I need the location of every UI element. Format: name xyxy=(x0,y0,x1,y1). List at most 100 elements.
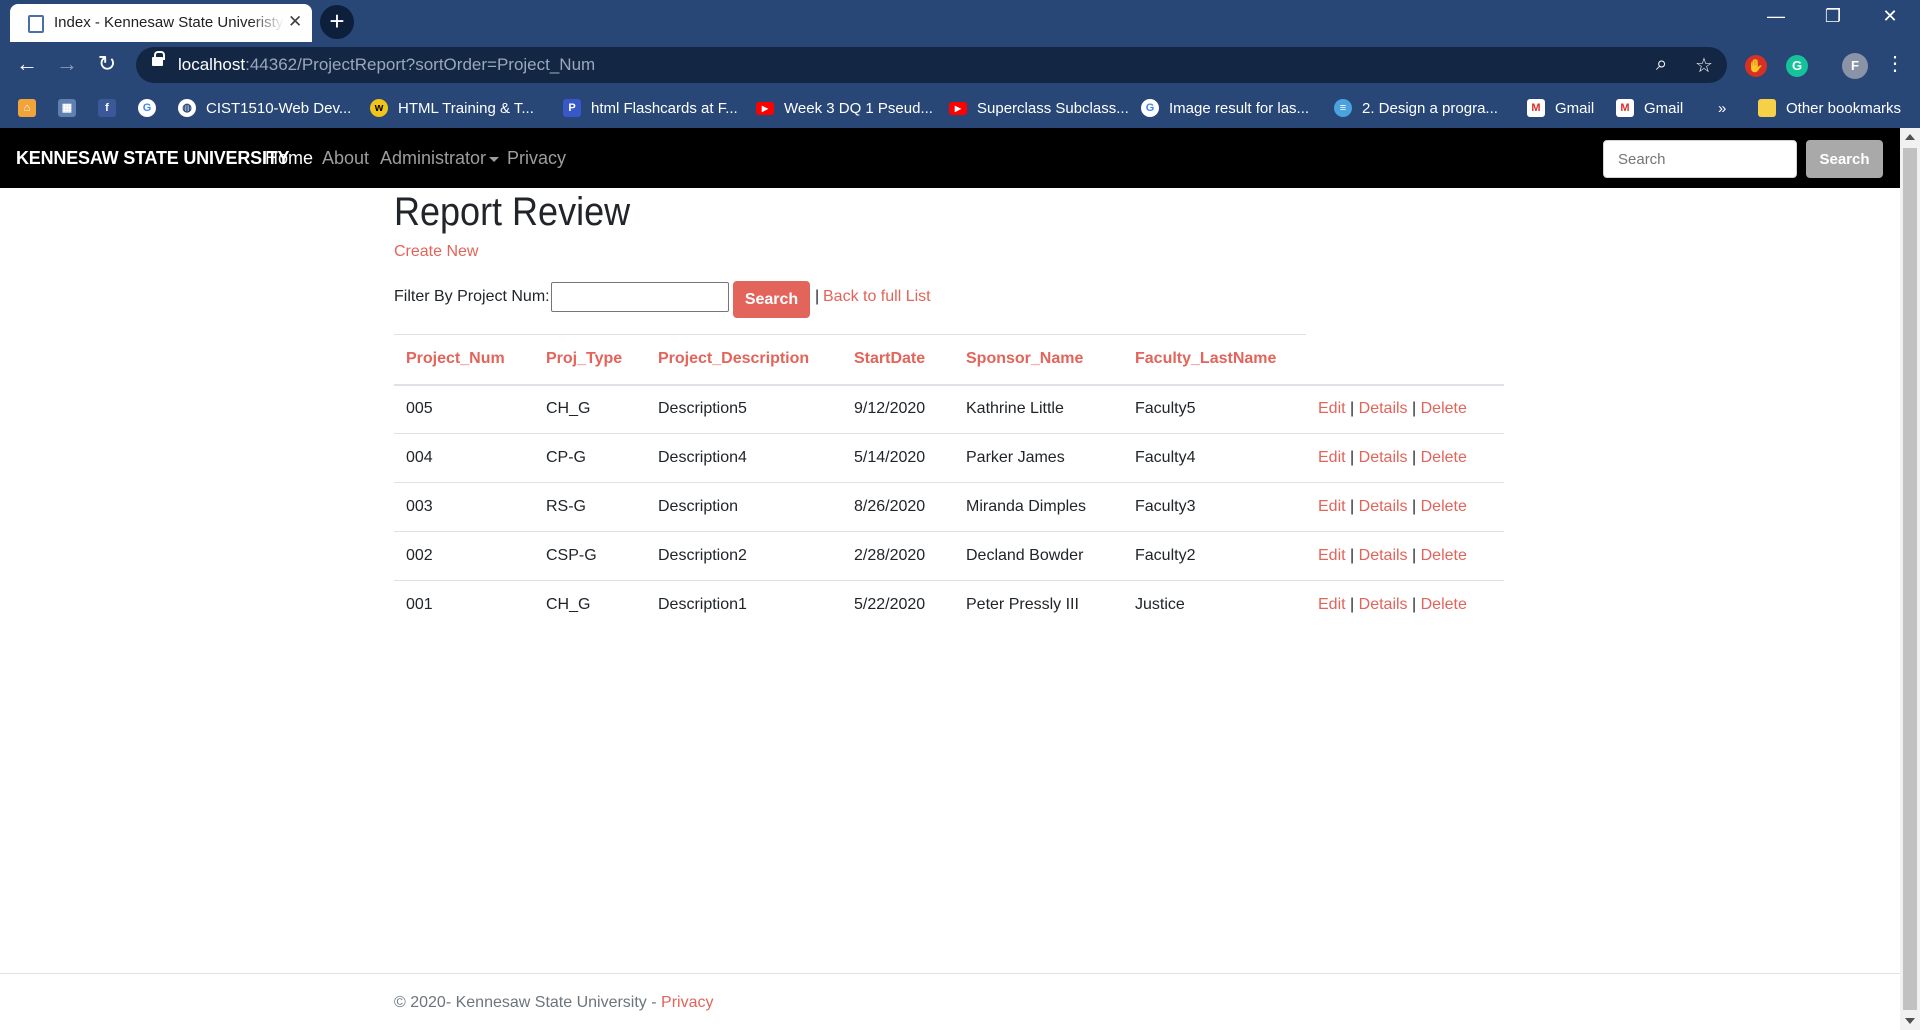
new-tab-button[interactable]: + xyxy=(320,5,354,39)
calendar-icon: ▦ xyxy=(58,99,76,117)
adblock-extension-icon[interactable]: ✋ xyxy=(1745,55,1767,77)
delete-link[interactable]: Delete xyxy=(1421,449,1467,466)
sort-sponsor-name-header[interactable]: Sponsor_Name xyxy=(954,334,1123,386)
google-icon: G xyxy=(138,99,156,117)
bookmark-google[interactable]: G xyxy=(138,96,166,120)
forward-arrow-icon[interactable]: → xyxy=(52,51,82,77)
delete-link[interactable]: Delete xyxy=(1421,498,1467,515)
table-cell: Kathrine Little xyxy=(954,384,1123,434)
zoom-search-icon[interactable]: ⌕ xyxy=(1656,53,1667,76)
header-link[interactable]: Sponsor_Name xyxy=(966,350,1083,367)
table-cell: Faculty2 xyxy=(1123,531,1306,581)
table-cell: CP-G xyxy=(534,433,646,483)
browser-tab-strip: Index - Kennesaw State Univeristy ✕ + — … xyxy=(0,0,1920,42)
youtube-icon: ▶ xyxy=(756,101,774,115)
action-separator: | xyxy=(1412,547,1417,564)
page-scrollbar[interactable] xyxy=(1900,128,1920,1030)
bookmark-item[interactable]: M Gmail xyxy=(1527,96,1594,120)
delete-link[interactable]: Delete xyxy=(1421,400,1467,417)
nav-home[interactable]: Home xyxy=(265,148,313,169)
table-cell: 2/28/2020 xyxy=(842,531,954,581)
action-separator: | xyxy=(1412,498,1417,515)
grammarly-extension-icon[interactable]: G xyxy=(1786,55,1808,77)
url-text[interactable]: localhost:44362/ProjectReport?sortOrder=… xyxy=(178,55,595,75)
header-link[interactable]: Proj_Type xyxy=(546,350,622,367)
header-link[interactable]: Project_Num xyxy=(406,350,505,367)
restore-icon[interactable]: ❐ xyxy=(1813,6,1853,27)
sort-project-description-header[interactable]: Project_Description xyxy=(646,334,842,386)
details-link[interactable]: Details xyxy=(1359,547,1408,564)
kebab-menu-icon[interactable]: ⋮ xyxy=(1880,51,1910,76)
bookmark-label: html Flashcards at F... xyxy=(591,99,738,117)
header-link[interactable]: StartDate xyxy=(854,350,925,367)
sort-proj-type-header[interactable]: Proj_Type xyxy=(534,334,646,386)
bookmark-item[interactable]: ▶ Week 3 DQ 1 Pseud... xyxy=(756,96,933,120)
bookmarks-overflow-button[interactable]: » xyxy=(1718,96,1726,120)
scroll-thumb[interactable] xyxy=(1903,148,1917,1010)
delete-link[interactable]: Delete xyxy=(1421,596,1467,613)
project-num-filter-input[interactable] xyxy=(551,282,729,312)
actions-header xyxy=(1306,334,1504,386)
bookmark-calendar[interactable]: ▦ xyxy=(58,96,86,120)
bookmark-star-icon[interactable]: ☆ xyxy=(1695,53,1713,78)
table-cell: Description xyxy=(646,482,842,532)
bookmark-item[interactable]: ≡ 2. Design a progra... xyxy=(1334,96,1498,120)
google-icon: G xyxy=(1141,99,1159,117)
footer-privacy-link[interactable]: Privacy xyxy=(661,994,713,1011)
bookmark-item[interactable]: w HTML Training & T... xyxy=(370,96,534,120)
bookmark-item[interactable]: Phtml Flashcards at F... xyxy=(563,96,738,120)
table-cell: Description4 xyxy=(646,433,842,483)
table-cell: Description5 xyxy=(646,384,842,434)
action-separator: | xyxy=(1350,449,1355,466)
back-to-full-list-link[interactable]: Back to full List xyxy=(823,288,931,306)
edit-link[interactable]: Edit xyxy=(1318,596,1346,613)
nav-administrator-dropdown[interactable]: Administrator xyxy=(380,148,500,169)
site-brand[interactable]: KENNESAW STATE UNIVERSITY xyxy=(16,148,290,169)
delete-link[interactable]: Delete xyxy=(1421,547,1467,564)
details-link[interactable]: Details xyxy=(1359,400,1408,417)
table-cell: 005 xyxy=(394,384,534,434)
details-link[interactable]: Details xyxy=(1359,498,1408,515)
bookmark-item[interactable]: ◍ CIST1510-Web Dev... xyxy=(178,96,351,120)
header-link[interactable]: Faculty_LastName xyxy=(1135,350,1276,367)
tab-close-icon[interactable]: ✕ xyxy=(288,12,302,32)
sort-faculty-lastname-header[interactable]: Faculty_LastName xyxy=(1123,334,1306,386)
profile-avatar[interactable]: F xyxy=(1842,53,1868,79)
row-actions: Edit | Details | Delete xyxy=(1306,531,1504,581)
bookmark-item[interactable]: M Gmail xyxy=(1616,96,1683,120)
details-link[interactable]: Details xyxy=(1359,596,1408,613)
address-bar[interactable]: localhost:44362/ProjectReport?sortOrder=… xyxy=(136,47,1727,83)
edit-link[interactable]: Edit xyxy=(1318,449,1346,466)
other-bookmarks[interactable]: Other bookmarks xyxy=(1758,96,1901,120)
bookmark-item[interactable]: G Image result for las... xyxy=(1141,96,1309,120)
gmail-icon: M xyxy=(1616,99,1634,117)
window-close-icon[interactable]: ✕ xyxy=(1870,6,1910,27)
browser-tab[interactable]: Index - Kennesaw State Univeristy ✕ xyxy=(10,4,312,42)
header-link[interactable]: Project_Description xyxy=(658,350,809,367)
scroll-up-arrow-icon[interactable] xyxy=(1905,134,1915,140)
action-separator: | xyxy=(1350,547,1355,564)
table-row: 002 CSP-G Description2 2/28/2020 Decland Bow… xyxy=(394,531,1504,581)
sort-start-date-header[interactable]: StartDate xyxy=(842,334,954,386)
navbar-search-input[interactable] xyxy=(1603,140,1797,178)
navbar-search-button[interactable]: Search xyxy=(1806,140,1883,178)
edit-link[interactable]: Edit xyxy=(1318,400,1346,417)
sort-project-num-header[interactable]: Project_Num xyxy=(394,334,534,386)
table-cell: Faculty3 xyxy=(1123,482,1306,532)
bookmark-home[interactable]: ⌂ xyxy=(18,96,46,120)
details-link[interactable]: Details xyxy=(1359,449,1408,466)
browser-toolbar: ← → ↻ localhost:44362/ProjectReport?sort… xyxy=(0,42,1920,88)
action-separator: | xyxy=(1350,498,1355,515)
scroll-down-arrow-icon[interactable] xyxy=(1905,1018,1915,1024)
reload-icon[interactable]: ↻ xyxy=(92,51,122,77)
edit-link[interactable]: Edit xyxy=(1318,498,1346,515)
edit-link[interactable]: Edit xyxy=(1318,547,1346,564)
filter-search-button[interactable]: Search xyxy=(733,281,810,318)
bookmark-item[interactable]: ▶ Superclass Subclass... xyxy=(949,96,1129,120)
bookmark-facebook[interactable]: f xyxy=(98,96,126,120)
create-new-link[interactable]: Create New xyxy=(394,243,478,261)
nav-privacy[interactable]: Privacy xyxy=(507,148,566,169)
back-arrow-icon[interactable]: ← xyxy=(12,51,42,77)
nav-about[interactable]: About xyxy=(322,148,369,169)
minimize-icon[interactable]: — xyxy=(1756,6,1796,27)
